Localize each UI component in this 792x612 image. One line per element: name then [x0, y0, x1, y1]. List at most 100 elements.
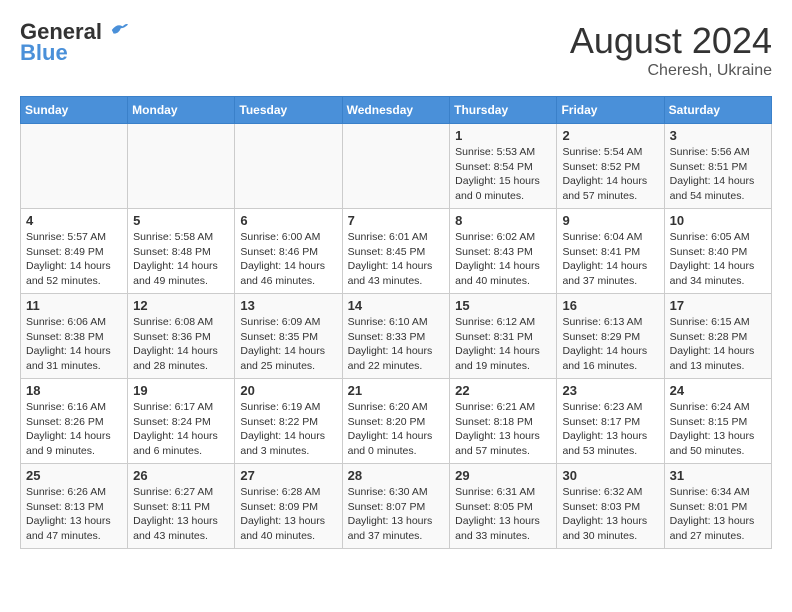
calendar-week-row: 11Sunrise: 6:06 AM Sunset: 8:38 PM Dayli… [21, 294, 772, 379]
location-subtitle: Cheresh, Ukraine [570, 62, 772, 80]
title-block: August 2024 Cheresh, Ukraine [570, 20, 772, 80]
calendar-cell: 11Sunrise: 6:06 AM Sunset: 8:38 PM Dayli… [21, 294, 128, 379]
day-info: Sunrise: 6:09 AM Sunset: 8:35 PM Dayligh… [240, 315, 336, 374]
calendar-cell [342, 124, 450, 209]
day-number: 8 [455, 213, 551, 228]
day-number: 26 [133, 468, 229, 483]
calendar-cell: 1 Sunrise: 5:53 AM Sunset: 8:54 PM Daylig… [450, 124, 557, 209]
calendar-cell: 26 Sunrise: 6:27 AM Sunset: 8:11 PM Dayli… [128, 464, 235, 549]
day-info: Sunrise: 5:53 AM Sunset: 8:54 PM Dayligh… [455, 145, 551, 204]
calendar-cell [21, 124, 128, 209]
calendar-cell: 22 Sunrise: 6:21 AM Sunset: 8:18 PM Dayli… [450, 379, 557, 464]
day-header-friday: Friday [557, 97, 664, 124]
day-number: 16 [562, 298, 658, 313]
day-number: 1 [455, 128, 551, 143]
day-number: 5 [133, 213, 229, 228]
day-header-saturday: Saturday [664, 97, 771, 124]
calendar-cell: 2 Sunrise: 5:54 AM Sunset: 8:52 PM Daylig… [557, 124, 664, 209]
page-header: General Blue August 2024 Cheresh, Ukrain… [20, 20, 772, 80]
day-number: 7 [348, 213, 445, 228]
day-info: Sunrise: 6:24 AM Sunset: 8:15 PM Dayligh… [670, 400, 766, 459]
calendar-cell: 15 Sunrise: 6:12 AM Sunset: 8:31 PM Dayli… [450, 294, 557, 379]
calendar-cell: 10Sunrise: 6:05 AM Sunset: 8:40 PM Dayli… [664, 209, 771, 294]
day-info: Sunrise: 6:27 AM Sunset: 8:11 PM Dayligh… [133, 485, 229, 544]
day-number: 25 [26, 468, 122, 483]
day-number: 13 [240, 298, 336, 313]
calendar-cell: 14Sunrise: 6:10 AM Sunset: 8:33 PM Dayli… [342, 294, 450, 379]
day-info: Sunrise: 6:15 AM Sunset: 8:28 PM Dayligh… [670, 315, 766, 374]
calendar-cell: 29 Sunrise: 6:31 AM Sunset: 8:05 PM Dayli… [450, 464, 557, 549]
day-info: Sunrise: 6:32 AM Sunset: 8:03 PM Dayligh… [562, 485, 658, 544]
day-info: Sunrise: 5:54 AM Sunset: 8:52 PM Dayligh… [562, 145, 658, 204]
day-header-sunday: Sunday [21, 97, 128, 124]
day-number: 9 [562, 213, 658, 228]
day-number: 3 [670, 128, 766, 143]
day-info: Sunrise: 6:13 AM Sunset: 8:29 PM Dayligh… [562, 315, 658, 374]
day-number: 29 [455, 468, 551, 483]
calendar-cell: 13 Sunrise: 6:09 AM Sunset: 8:35 PM Dayli… [235, 294, 342, 379]
day-number: 22 [455, 383, 551, 398]
calendar-cell: 17Sunrise: 6:15 AM Sunset: 8:28 PM Dayli… [664, 294, 771, 379]
calendar-cell: 24Sunrise: 6:24 AM Sunset: 8:15 PM Dayli… [664, 379, 771, 464]
day-info: Sunrise: 6:10 AM Sunset: 8:33 PM Dayligh… [348, 315, 445, 374]
calendar-week-row: 18 Sunrise: 6:16 AM Sunset: 8:26 PM Dayli… [21, 379, 772, 464]
day-info: Sunrise: 6:19 AM Sunset: 8:22 PM Dayligh… [240, 400, 336, 459]
day-number: 31 [670, 468, 766, 483]
calendar-cell: 4 Sunrise: 5:57 AM Sunset: 8:49 PM Daylig… [21, 209, 128, 294]
calendar-cell: 18 Sunrise: 6:16 AM Sunset: 8:26 PM Dayli… [21, 379, 128, 464]
calendar-cell: 31 Sunrise: 6:34 AM Sunset: 8:01 PM Dayli… [664, 464, 771, 549]
calendar-cell: 30 Sunrise: 6:32 AM Sunset: 8:03 PM Dayli… [557, 464, 664, 549]
day-info: Sunrise: 6:16 AM Sunset: 8:26 PM Dayligh… [26, 400, 122, 459]
calendar-cell: 23 Sunrise: 6:23 AM Sunset: 8:17 PM Dayli… [557, 379, 664, 464]
day-info: Sunrise: 6:12 AM Sunset: 8:31 PM Dayligh… [455, 315, 551, 374]
day-number: 4 [26, 213, 122, 228]
day-number: 11 [26, 298, 122, 313]
day-number: 15 [455, 298, 551, 313]
calendar-header-row: SundayMondayTuesdayWednesdayThursdayFrid… [21, 97, 772, 124]
calendar-cell: 28 Sunrise: 6:30 AM Sunset: 8:07 PM Dayli… [342, 464, 450, 549]
day-info: Sunrise: 5:58 AM Sunset: 8:48 PM Dayligh… [133, 230, 229, 289]
day-number: 28 [348, 468, 445, 483]
calendar-cell: 6Sunrise: 6:00 AM Sunset: 8:46 PM Daylig… [235, 209, 342, 294]
day-info: Sunrise: 6:21 AM Sunset: 8:18 PM Dayligh… [455, 400, 551, 459]
day-info: Sunrise: 6:17 AM Sunset: 8:24 PM Dayligh… [133, 400, 229, 459]
calendar-cell: 3 Sunrise: 5:56 AM Sunset: 8:51 PM Daylig… [664, 124, 771, 209]
calendar-cell: 20 Sunrise: 6:19 AM Sunset: 8:22 PM Dayli… [235, 379, 342, 464]
calendar-cell: 21 Sunrise: 6:20 AM Sunset: 8:20 PM Dayli… [342, 379, 450, 464]
day-info: Sunrise: 6:05 AM Sunset: 8:40 PM Dayligh… [670, 230, 766, 289]
calendar-week-row: 4 Sunrise: 5:57 AM Sunset: 8:49 PM Daylig… [21, 209, 772, 294]
calendar-table: SundayMondayTuesdayWednesdayThursdayFrid… [20, 96, 772, 549]
day-number: 21 [348, 383, 445, 398]
calendar-cell: 27 Sunrise: 6:28 AM Sunset: 8:09 PM Dayli… [235, 464, 342, 549]
calendar-cell: 5 Sunrise: 5:58 AM Sunset: 8:48 PM Daylig… [128, 209, 235, 294]
day-info: Sunrise: 5:57 AM Sunset: 8:49 PM Dayligh… [26, 230, 122, 289]
logo-bird-icon [110, 21, 128, 39]
month-title: August 2024 [570, 20, 772, 62]
calendar-cell: 19Sunrise: 6:17 AM Sunset: 8:24 PM Dayli… [128, 379, 235, 464]
day-info: Sunrise: 6:31 AM Sunset: 8:05 PM Dayligh… [455, 485, 551, 544]
day-info: Sunrise: 6:30 AM Sunset: 8:07 PM Dayligh… [348, 485, 445, 544]
day-info: Sunrise: 6:08 AM Sunset: 8:36 PM Dayligh… [133, 315, 229, 374]
day-number: 18 [26, 383, 122, 398]
calendar-cell: 16 Sunrise: 6:13 AM Sunset: 8:29 PM Dayli… [557, 294, 664, 379]
day-info: Sunrise: 6:20 AM Sunset: 8:20 PM Dayligh… [348, 400, 445, 459]
calendar-cell: 12 Sunrise: 6:08 AM Sunset: 8:36 PM Dayli… [128, 294, 235, 379]
day-info: Sunrise: 6:23 AM Sunset: 8:17 PM Dayligh… [562, 400, 658, 459]
day-number: 6 [240, 213, 336, 228]
day-info: Sunrise: 5:56 AM Sunset: 8:51 PM Dayligh… [670, 145, 766, 204]
day-info: Sunrise: 6:34 AM Sunset: 8:01 PM Dayligh… [670, 485, 766, 544]
calendar-week-row: 1 Sunrise: 5:53 AM Sunset: 8:54 PM Daylig… [21, 124, 772, 209]
day-header-tuesday: Tuesday [235, 97, 342, 124]
day-number: 30 [562, 468, 658, 483]
day-number: 23 [562, 383, 658, 398]
calendar-cell: 9Sunrise: 6:04 AM Sunset: 8:41 PM Daylig… [557, 209, 664, 294]
day-number: 12 [133, 298, 229, 313]
calendar-cell [235, 124, 342, 209]
day-number: 27 [240, 468, 336, 483]
day-info: Sunrise: 6:02 AM Sunset: 8:43 PM Dayligh… [455, 230, 551, 289]
day-info: Sunrise: 6:28 AM Sunset: 8:09 PM Dayligh… [240, 485, 336, 544]
day-number: 2 [562, 128, 658, 143]
logo: General Blue [20, 20, 128, 66]
day-header-thursday: Thursday [450, 97, 557, 124]
day-number: 20 [240, 383, 336, 398]
